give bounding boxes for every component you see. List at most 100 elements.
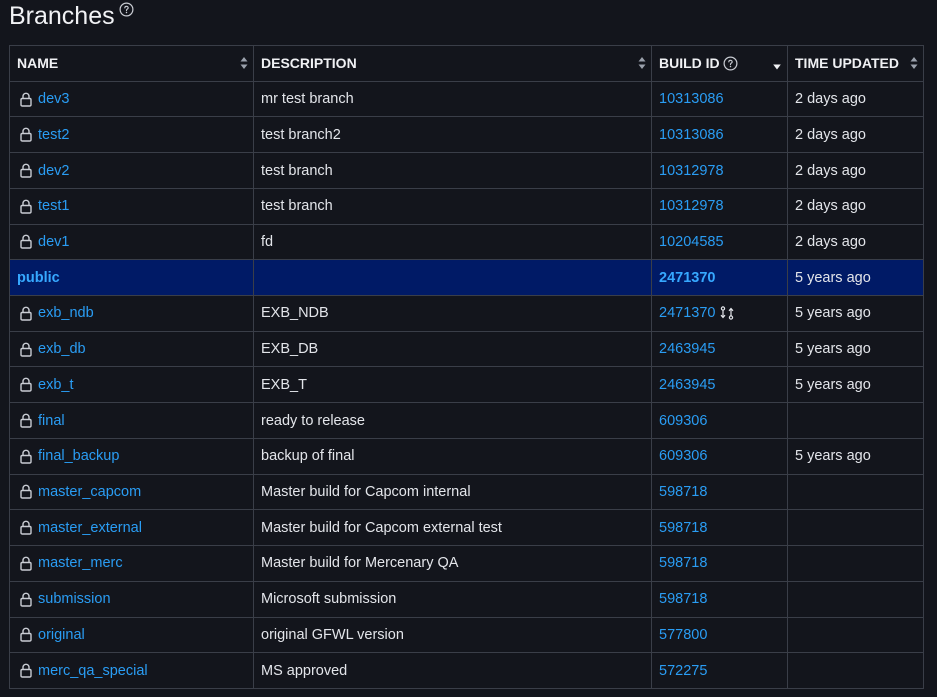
build-id-link[interactable]: 2463945 (659, 341, 715, 357)
build-id-cell: 577800 (651, 616, 788, 654)
time-updated: 5 years ago (787, 259, 924, 297)
branch-description: EXB_T (253, 366, 652, 404)
branch-description: Master build for Capcom external test (253, 509, 652, 547)
table-row[interactable]: master_external Master build for Capcom e… (9, 509, 924, 547)
build-id-link[interactable]: 598718 (659, 555, 707, 571)
branch-name-link[interactable]: exb_db (38, 341, 86, 357)
branch-name-cell: final (9, 402, 254, 439)
build-id-link[interactable]: 10312978 (659, 198, 724, 214)
table-row[interactable]: master_merc Master build for Mercenary QA… (9, 545, 924, 582)
time-updated: 2 days ago (787, 223, 924, 261)
table-row[interactable]: merc_qa_special MS approved 572275 (9, 652, 924, 689)
lock-icon (20, 413, 32, 428)
lock-icon (20, 377, 32, 393)
build-id-link[interactable]: 609306 (659, 413, 707, 429)
branch-name-link[interactable]: test1 (38, 198, 69, 214)
column-header-build-id[interactable]: BUILD ID (651, 45, 788, 82)
column-header-time-updated[interactable]: TIME UPDATED (787, 45, 924, 82)
build-id-link[interactable]: 10312978 (659, 163, 724, 179)
lock-icon (20, 663, 32, 678)
build-id-link[interactable]: 609306 (659, 448, 707, 464)
table-header-row: NAME DESCRIPTION BUILD ID TIME UPDATED (9, 45, 924, 82)
branch-description: test branch (253, 187, 652, 225)
time-updated: 2 days ago (787, 80, 924, 118)
lock-icon (20, 520, 32, 535)
branch-name-cell: public (9, 259, 254, 297)
lock-icon (20, 484, 32, 500)
table-row[interactable]: master_capcom Master build for Capcom int… (9, 473, 924, 511)
branch-name-link[interactable]: test2 (38, 127, 69, 143)
build-id-link[interactable]: 572275 (659, 663, 707, 679)
sort-icon[interactable] (240, 56, 248, 70)
build-id-cell: 609306 (651, 402, 788, 439)
build-id-link[interactable]: 2463945 (659, 377, 715, 393)
build-id-cell: 10312978 (651, 187, 788, 225)
build-id-cell: 598718 (651, 580, 788, 618)
column-header-description[interactable]: DESCRIPTION (253, 45, 652, 82)
time-updated: 5 years ago (787, 295, 924, 332)
build-id-cell: 10312978 (651, 152, 788, 189)
table-row[interactable]: exb_t EXB_T 2463945 5 years ago (9, 366, 924, 404)
table-row[interactable]: exb_db EXB_DB 2463945 5 years ago (9, 330, 924, 368)
build-id-link[interactable]: 598718 (659, 520, 707, 536)
lock-icon (20, 627, 32, 643)
branch-name-link[interactable]: public (17, 270, 60, 286)
build-id-link[interactable]: 2471370 (659, 305, 715, 321)
sort-icon[interactable] (638, 56, 646, 70)
build-id-link[interactable]: 10204585 (659, 234, 724, 250)
branch-name-cell: master_merc (9, 545, 254, 582)
branch-description: ready to release (253, 402, 652, 439)
branch-name-link[interactable]: submission (38, 591, 111, 607)
build-id-cell: 572275 (651, 652, 788, 689)
table-row[interactable]: dev3 mr test branch 10313086 2 days ago (9, 80, 924, 118)
build-id-cell: 598718 (651, 545, 788, 582)
build-id-link[interactable]: 577800 (659, 627, 707, 643)
branch-name-link[interactable]: dev1 (38, 234, 69, 250)
sort-icon[interactable] (910, 56, 918, 70)
branch-name-link[interactable]: dev3 (38, 91, 69, 107)
build-id-link[interactable]: 598718 (659, 591, 707, 607)
branch-name-link[interactable]: original (38, 627, 85, 643)
column-header-build-id-label: BUILD ID (659, 55, 720, 72)
table-row[interactable]: submission Microsoft submission 598718 (9, 580, 924, 618)
lock-icon (20, 592, 32, 607)
build-id-link[interactable]: 2471370 (659, 270, 715, 286)
table-row[interactable]: public 2471370 5 years ago (9, 259, 924, 297)
table-row[interactable]: final ready to release 609306 (9, 402, 924, 439)
sort-descending-icon[interactable] (773, 64, 781, 70)
build-id-link[interactable]: 10313086 (659, 127, 724, 143)
help-icon[interactable] (723, 56, 738, 71)
column-header-time-updated-label: TIME UPDATED (795, 55, 899, 72)
table-row[interactable]: final_backup backup of final 609306 5 years… (9, 437, 924, 475)
table-row[interactable]: test2 test branch2 10313086 2 days ago (9, 116, 924, 154)
build-id-cell: 2471370 (651, 295, 788, 332)
branch-description: EXB_NDB (253, 295, 652, 332)
branch-name-link[interactable]: master_external (38, 520, 142, 536)
time-updated (787, 545, 924, 582)
time-updated: 5 years ago (787, 437, 924, 475)
branch-name-link[interactable]: exb_t (38, 377, 73, 393)
branch-name-link[interactable]: master_capcom (38, 484, 141, 500)
table-row[interactable]: dev1 fd 10204585 2 days ago (9, 223, 924, 261)
time-updated: 2 days ago (787, 187, 924, 225)
branch-name-link[interactable]: merc_qa_special (38, 663, 148, 679)
build-id-link[interactable]: 10313086 (659, 91, 724, 107)
table-row[interactable]: dev2 test branch 10312978 2 days ago (9, 152, 924, 189)
branch-name-cell: exb_t (9, 366, 254, 404)
branch-name-link[interactable]: final (38, 413, 65, 429)
branch-description: mr test branch (253, 80, 652, 118)
table-row[interactable]: test1 test branch 10312978 2 days ago (9, 187, 924, 225)
branch-name-link[interactable]: dev2 (38, 163, 69, 179)
branch-description: Master build for Capcom internal (253, 473, 652, 511)
branch-name-cell: dev1 (9, 223, 254, 261)
time-updated (787, 509, 924, 547)
column-header-name[interactable]: NAME (9, 45, 254, 82)
table-row[interactable]: original original GFWL version 577800 (9, 616, 924, 654)
branch-name-link[interactable]: exb_ndb (38, 305, 94, 321)
build-id-link[interactable]: 598718 (659, 484, 707, 500)
branch-name-link[interactable]: master_merc (38, 555, 123, 571)
help-icon[interactable] (119, 2, 134, 17)
branch-description: MS approved (253, 652, 652, 689)
branch-name-link[interactable]: final_backup (38, 448, 119, 464)
table-row[interactable]: exb_ndb EXB_NDB 2471370 5 years ago (9, 295, 924, 332)
